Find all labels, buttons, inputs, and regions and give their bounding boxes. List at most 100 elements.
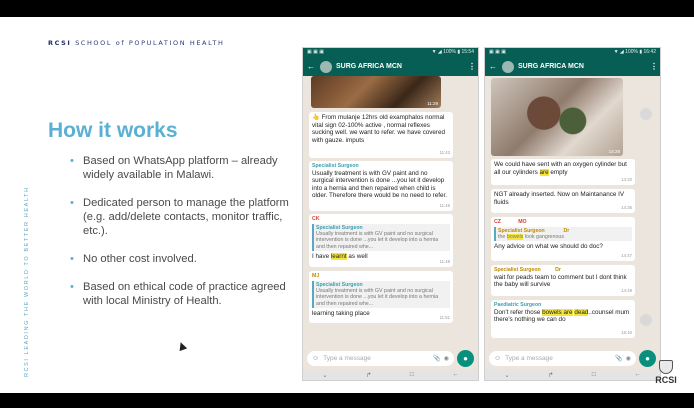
org-header: RCSI SCHOOL of POPULATION HEALTH — [48, 39, 224, 47]
message-bubble[interactable]: Specialist Surgeon Dr wait for peads tea… — [491, 265, 635, 296]
bullet-list: Based on WhatsApp platform – already wid… — [70, 154, 295, 322]
chat-header: ← SURG AFRICA MCN ⋮ — [303, 57, 478, 76]
message-time: 16:40 — [621, 330, 632, 336]
nav-back-icon[interactable]: ← — [634, 371, 641, 378]
presentation-slide: RCSI SCHOOL of POPULATION HEALTH RCSI LE… — [0, 17, 694, 393]
message-bubble[interactable]: CK Specialist Surgeon Usually treatment … — [309, 214, 453, 267]
more-options-icon[interactable]: ⋮ — [650, 62, 658, 71]
group-name[interactable]: SURG AFRICA MCN — [336, 63, 468, 70]
message-time: 14:36 — [621, 205, 632, 211]
bullet-item: Dedicated person to manage the platform … — [70, 196, 295, 238]
message-text-pre: Don't refer those — [494, 308, 543, 316]
whatsapp-screenshot-1: ▣ ▣ ▣ ▼ ◢ 100% ▮ 15:54 ← SURG AFRICA MCN … — [302, 47, 479, 381]
nav-recent-icon[interactable]: ↱ — [366, 371, 371, 379]
nav-down-icon[interactable]: ⌄ — [322, 371, 327, 379]
highlighted-word: learnt — [330, 253, 347, 261]
attach-icon[interactable]: 📎 — [615, 355, 622, 362]
org-name: SCHOOL of POPULATION HEALTH — [75, 39, 225, 47]
status-bar: ▣ ▣ ▣ ▼ ◢ 100% ▮ 16:42 — [485, 48, 660, 57]
message-bubble[interactable]: Paediatric Surgeon Don't refer those bow… — [491, 300, 635, 338]
quoted-text: Usually treatment is with GV paint and n… — [316, 231, 439, 250]
share-icon[interactable] — [640, 314, 652, 326]
android-nav-bar: ⌄ ↱ □ ← — [303, 369, 478, 380]
sender-initials: CZ — [494, 219, 501, 225]
message-time: 11:48 — [439, 259, 450, 265]
android-nav-bar: ⌄ ↱ □ ← — [485, 369, 660, 380]
status-bar: ▣ ▣ ▣ ▼ ◢ 100% ▮ 15:54 — [303, 48, 478, 57]
message-input[interactable]: Type a message — [323, 355, 430, 362]
highlighted-word: are — [539, 168, 549, 176]
quoted-sender-title: Dr — [563, 227, 570, 234]
bullet-item: No other cost involved. — [70, 252, 295, 266]
mouse-cursor-icon — [176, 340, 188, 352]
logo-text: RCSI — [655, 375, 677, 385]
whatsapp-screenshot-2: ▣ ▣ ▣ ▼ ◢ 100% ▮ 16:42 ← SURG AFRICA MCN … — [484, 47, 661, 381]
nav-recent-icon[interactable]: ↱ — [548, 371, 553, 379]
emoji-icon[interactable]: ☺ — [312, 355, 319, 362]
nav-down-icon[interactable]: ⌄ — [504, 371, 509, 379]
status-time: ▼ ◢ 100% ▮ 15:54 — [431, 49, 474, 55]
sender-role: MO — [518, 219, 527, 225]
org-prefix: RCSI — [48, 39, 72, 47]
slide-title: How it works — [48, 119, 178, 142]
share-icon[interactable] — [640, 108, 652, 120]
message-bubble[interactable]: NGT already inserted. Now on Maintanance… — [491, 189, 635, 213]
sender-role: Specialist Surgeon — [494, 267, 541, 273]
quoted-message[interactable]: Specialist Surgeon Dr the bowels look ga… — [494, 226, 632, 242]
status-time: ▼ ◢ 100% ▮ 16:42 — [613, 49, 656, 55]
highlighted-word: dead — [574, 308, 589, 316]
nav-home-icon[interactable]: □ — [592, 371, 596, 378]
status-icons: ▣ ▣ ▣ — [307, 49, 324, 55]
chat-header: ← SURG AFRICA MCN ⋮ — [485, 57, 660, 76]
message-time: 14:28 — [608, 149, 620, 154]
back-arrow-icon[interactable]: ← — [307, 62, 316, 71]
crest-icon — [659, 360, 673, 374]
message-bubble[interactable]: MJ Specialist Surgeon Usually treatment … — [309, 271, 453, 323]
message-sender: CZ MO — [494, 219, 632, 226]
nav-back-icon[interactable]: ← — [452, 371, 459, 378]
message-time: 11:29 — [427, 101, 438, 106]
message-time: 14:49 — [621, 288, 632, 294]
message-text-post: as well — [346, 253, 368, 261]
highlighted-word: bowels — [506, 234, 524, 240]
message-input[interactable]: Type a message — [505, 355, 612, 362]
message-bubble[interactable]: We could have sent with an oxygen cylind… — [491, 159, 635, 185]
mic-icon[interactable]: ● — [457, 350, 474, 367]
camera-icon[interactable]: ◉ — [444, 355, 449, 362]
chat-image[interactable]: 11:29 — [311, 76, 441, 108]
back-arrow-icon[interactable]: ← — [489, 62, 498, 71]
rcsi-logo: RCSI — [648, 360, 684, 385]
message-input-bar[interactable]: ☺ Type a message 📎 ◉ — [489, 351, 636, 366]
quoted-sender-role: Specialist Surgeon — [498, 227, 545, 234]
message-text-post: empty — [548, 168, 568, 176]
message-text: wait for peads team to comment but I don… — [494, 273, 627, 289]
message-bubble[interactable]: Specialist Surgeon Usually treatment is … — [309, 161, 453, 211]
group-avatar[interactable] — [320, 60, 332, 73]
emoji-icon[interactable]: ☺ — [494, 355, 501, 362]
status-icons: ▣ ▣ ▣ — [489, 49, 506, 55]
message-input-bar[interactable]: ☺ Type a message 📎 ◉ — [307, 351, 454, 366]
message-text: NGT already inserted. Now on Maintanance… — [494, 191, 625, 206]
camera-icon[interactable]: ◉ — [626, 355, 631, 362]
message-time: 11:51 — [439, 315, 450, 321]
message-bubble[interactable]: 👆 From mulanje 12hrs old examphalos norm… — [309, 112, 453, 158]
group-avatar[interactable] — [502, 60, 514, 73]
sender-title: Dr — [555, 267, 561, 273]
chat-image[interactable]: 14:28 — [491, 78, 623, 156]
message-text: Usually treatment is with GV paint and n… — [312, 169, 448, 200]
message-text-pre: I have — [312, 253, 331, 261]
message-sender: CK — [312, 216, 320, 222]
more-options-icon[interactable]: ⋮ — [468, 62, 476, 71]
quoted-message[interactable]: Specialist Surgeon Usually treatment is … — [312, 223, 450, 252]
attach-icon[interactable]: 📎 — [433, 355, 440, 362]
quoted-message[interactable]: Specialist Surgeon Usually treatment is … — [312, 280, 450, 309]
message-bubble[interactable]: CZ MO Specialist Surgeon Dr the bowels l… — [491, 217, 635, 261]
nav-home-icon[interactable]: □ — [410, 371, 414, 378]
group-name[interactable]: SURG AFRICA MCN — [518, 63, 650, 70]
quoted-text-pre: the — [498, 234, 507, 240]
chat-area: 11:29 👆 From mulanje 12hrs old examphalo… — [303, 76, 478, 344]
message-time: 14:32 — [621, 177, 632, 183]
quoted-text-post: look gangrenous — [523, 234, 564, 240]
chat-area: 14:28 We could have sent with an oxygen … — [485, 76, 660, 344]
message-time: 14:47 — [621, 253, 632, 259]
